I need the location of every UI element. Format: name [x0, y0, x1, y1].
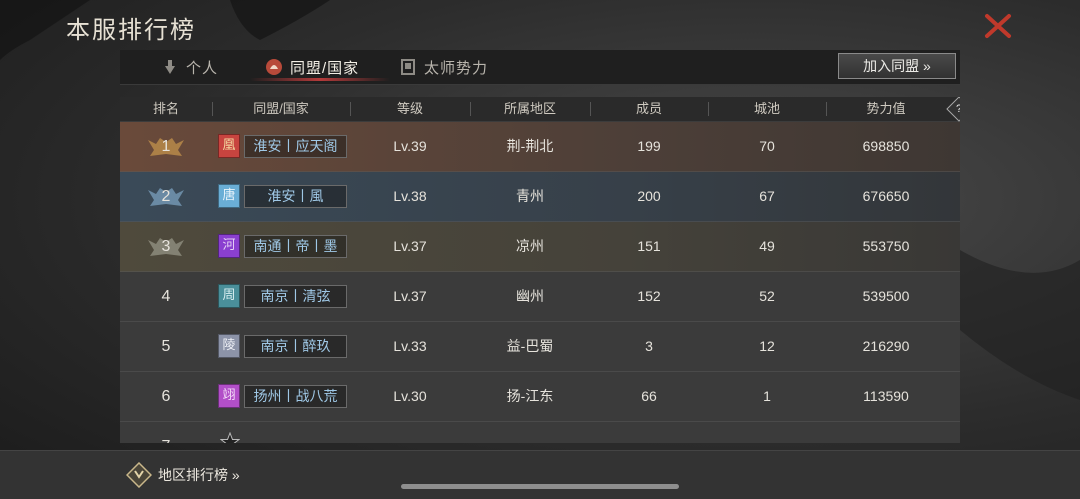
col-members: 成员: [635, 101, 662, 116]
col-cities: 城池: [753, 101, 780, 116]
star-emblem-icon: [220, 432, 240, 443]
table-row[interactable]: 4 周 南京丨清弦 Lv.37 幽州 152 52 539500: [120, 272, 960, 322]
rank-number: 3: [161, 238, 171, 255]
close-icon[interactable]: [982, 10, 1014, 42]
power-value: 539500: [862, 288, 910, 304]
rank-number: 4: [161, 288, 171, 305]
alliance-name[interactable]: 南京丨醉玖: [244, 335, 347, 358]
level-value: Lv.33: [393, 338, 427, 354]
alliance-emblem: 翊: [218, 384, 240, 408]
members-value: 152: [637, 288, 661, 304]
home-indicator[interactable]: [401, 484, 679, 489]
level-value: Lv.37: [393, 288, 427, 304]
person-icon: [165, 60, 175, 74]
col-rank: 排名: [152, 101, 179, 116]
members-value: 3: [645, 338, 653, 354]
table-row[interactable]: 6 翊 扬州丨战八荒 Lv.30 扬-江东 66 1 113590: [120, 372, 960, 422]
power-value: 113590: [863, 388, 909, 404]
region-ranking-icon: [126, 462, 152, 488]
region-value: 荆-荆北: [506, 138, 554, 154]
cities-value: 12: [759, 338, 775, 354]
cities-value: 1: [763, 388, 771, 404]
alliance-emblem: 河: [218, 234, 240, 258]
cities-value: 52: [759, 288, 775, 304]
cities-value: 70: [759, 138, 775, 154]
region-value: 益-巴蜀: [506, 338, 554, 354]
tab-alliance-label: 同盟/国家: [290, 59, 360, 77]
table-row[interactable]: 2 唐 淮安丨風 Lv.38 青州 200 67 676650: [120, 172, 960, 222]
region-value: 青州: [516, 188, 544, 204]
members-value: 66: [641, 388, 657, 404]
members-value: 200: [637, 188, 661, 204]
help-icon[interactable]: ?: [946, 97, 960, 122]
alliance-name[interactable]: 南京丨清弦: [244, 285, 347, 308]
power-value: 676650: [862, 188, 910, 204]
alliance-emblem: 凰: [218, 134, 240, 158]
rank-number: 6: [161, 388, 171, 405]
col-region: 所属地区: [503, 101, 556, 116]
table-header: 排名 同盟/国家 等级 所属地区 成员 城池 势力值 ?: [120, 97, 960, 122]
active-tab-indicator: [250, 78, 390, 81]
alliance-name[interactable]: 淮安丨風: [244, 185, 347, 208]
tab-taishi-label: 太师势力: [424, 59, 489, 77]
alliance-emblem: 周: [218, 284, 240, 308]
power-value: 216290: [862, 338, 910, 354]
power-value: 553750: [862, 238, 910, 254]
banner-icon: [401, 59, 415, 75]
region-ranking-link[interactable]: 地区排行榜 »: [126, 462, 240, 488]
rank-number: 1: [161, 138, 171, 155]
alliance-emblem: 陵: [218, 334, 240, 358]
col-alliance: 同盟/国家: [253, 101, 309, 116]
ranking-table: 排名 同盟/国家 等级 所属地区 成员 城池 势力值 ? 1 凰 淮安丨应天阁 …: [120, 97, 960, 443]
region-value: 扬-江东: [506, 388, 554, 404]
level-value: Lv.30: [393, 388, 427, 404]
alliance-icon: [266, 59, 282, 75]
region-value: 幽州: [516, 288, 544, 304]
table-row[interactable]: 5 陵 南京丨醉玖 Lv.33 益-巴蜀 3 12 216290: [120, 322, 960, 372]
tab-personal[interactable]: 个人: [160, 50, 218, 84]
alliance-emblem: 唐: [218, 184, 240, 208]
col-power: 势力值: [866, 101, 906, 116]
join-alliance-button[interactable]: 加入同盟 »: [838, 53, 956, 79]
region-ranking-label: 地区排行榜 »: [158, 467, 240, 483]
col-level: 等级: [396, 101, 423, 116]
level-value: Lv.39: [393, 138, 427, 154]
tab-personal-label: 个人: [186, 59, 219, 77]
alliance-name[interactable]: 扬州丨战八荒: [244, 385, 347, 408]
rank-number: 7: [120, 422, 212, 443]
members-value: 199: [637, 138, 661, 154]
table-row[interactable]: 1 凰 淮安丨应天阁 Lv.39 荆-荆北 199 70 698850: [120, 122, 960, 172]
rank-number: 2: [161, 188, 171, 205]
tab-taishi[interactable]: 太师势力: [398, 50, 488, 84]
alliance-name[interactable]: 南通丨帝丨墨: [244, 235, 347, 258]
members-value: 151: [637, 238, 661, 254]
level-value: Lv.38: [393, 188, 427, 204]
power-value: 698850: [862, 138, 910, 154]
tab-bar: 个人 同盟/国家 太师势力: [120, 50, 960, 85]
cities-value: 49: [759, 238, 775, 254]
level-value: Lv.37: [393, 238, 427, 254]
table-row[interactable]: 3 河 南通丨帝丨墨 Lv.37 凉州 151 49 553750: [120, 222, 960, 272]
rank-number: 5: [161, 338, 171, 355]
cities-value: 67: [759, 188, 775, 204]
table-row[interactable]: 7: [120, 422, 960, 443]
region-value: 凉州: [516, 238, 544, 254]
alliance-name[interactable]: 淮安丨应天阁: [244, 135, 347, 158]
page-title: 本服排行榜: [66, 16, 196, 44]
